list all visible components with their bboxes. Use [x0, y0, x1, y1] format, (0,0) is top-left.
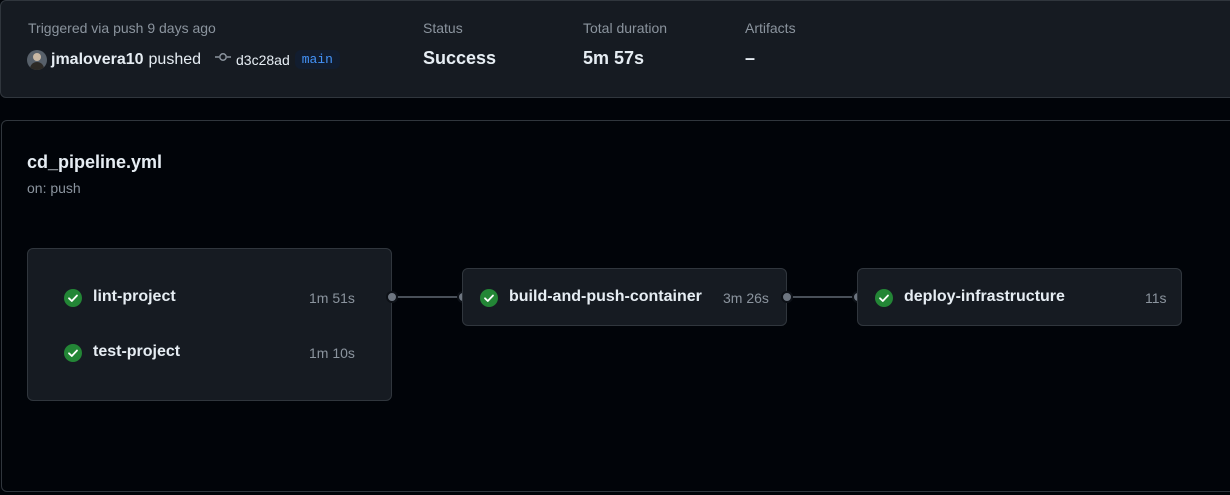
- commit-sha-link[interactable]: d3c28ad: [236, 52, 290, 68]
- job-lint-project[interactable]: lint-project 1m 51s: [28, 283, 391, 313]
- avatar[interactable]: [27, 49, 47, 70]
- workflow-file-name[interactable]: cd_pipeline.yml: [27, 152, 162, 173]
- job-deploy-infrastructure[interactable]: deploy-infrastructure 11s: [858, 283, 1181, 313]
- status-value: Success: [423, 48, 497, 68]
- job-group-build: build-and-push-container 3m 26s: [462, 268, 787, 326]
- job-test-project[interactable]: test-project 1m 10s: [28, 338, 391, 368]
- duration-value: 5m 57s: [583, 48, 645, 68]
- status-column: Status Success: [423, 20, 496, 69]
- job-duration: 11s: [1145, 290, 1167, 306]
- check-circle-icon: [64, 289, 82, 307]
- duration-label: Total duration: [583, 20, 668, 36]
- check-circle-icon: [480, 289, 498, 307]
- artifacts-label: Artifacts: [745, 20, 796, 36]
- run-summary-panel: Triggered via push 9 days ago jmalovera1…: [0, 0, 1230, 98]
- artifacts-column: Artifacts –: [745, 20, 796, 69]
- duration-column: Total duration 5m 57s: [583, 20, 667, 69]
- connector-dot: [386, 291, 398, 303]
- connector-line: [787, 296, 857, 298]
- job-group-lint-test: lint-project 1m 51s test-project 1m 10s: [27, 248, 392, 401]
- trigger-text: Triggered via push 9 days ago: [28, 20, 216, 36]
- connector-line: [392, 296, 462, 298]
- actor-action: pushed: [148, 50, 202, 68]
- check-circle-icon: [64, 344, 82, 362]
- branch-badge[interactable]: main: [294, 50, 340, 69]
- job-group-deploy: deploy-infrastructure 11s: [857, 268, 1182, 326]
- check-circle-icon: [875, 289, 893, 307]
- job-build-and-push-container[interactable]: build-and-push-container 3m 26s: [463, 283, 786, 313]
- job-name: deploy-infrastructure: [904, 288, 1065, 305]
- job-duration: 1m 51s: [309, 290, 355, 306]
- job-name: build-and-push-container: [509, 288, 702, 305]
- git-commit-icon: [215, 49, 232, 70]
- job-name: lint-project: [93, 288, 176, 305]
- job-name: test-project: [93, 343, 181, 360]
- actor-row: jmalovera10 pushed d3c28ad main: [27, 49, 340, 70]
- artifacts-value: –: [745, 48, 756, 68]
- status-label: Status: [423, 20, 463, 36]
- actor-name[interactable]: jmalovera10: [51, 51, 144, 69]
- job-duration: 1m 10s: [309, 345, 355, 361]
- workflow-trigger: on: push: [27, 180, 81, 196]
- connector-dot: [781, 291, 793, 303]
- job-duration: 3m 26s: [723, 290, 769, 306]
